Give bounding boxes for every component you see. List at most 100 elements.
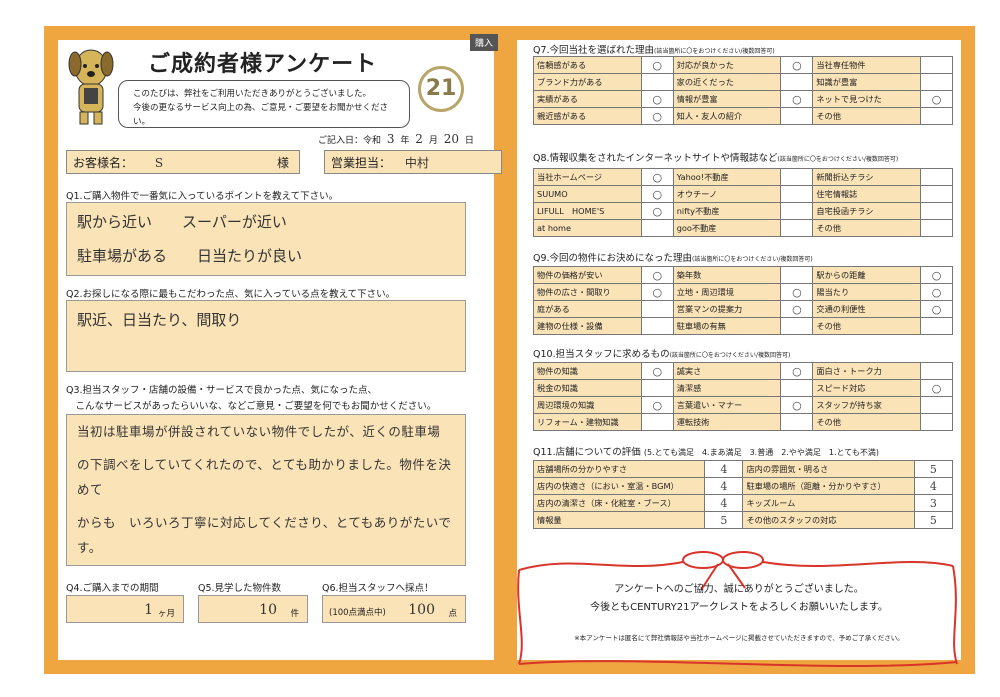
q9-option-label: 建物の仕様・設備	[533, 317, 642, 335]
q7-option-mark	[920, 73, 953, 91]
q9-option-label: 物件の価格が安い	[533, 266, 642, 284]
q10-option-mark: ○	[920, 379, 953, 397]
q8-option-label: SUUMO	[533, 185, 642, 203]
page-title: ご成約者様アンケート	[148, 52, 378, 77]
q11-option-mark: 5	[913, 460, 954, 478]
q8-option-label: その他	[812, 219, 922, 237]
q6-label: Q6.担当スタッフへ採点！	[322, 583, 434, 594]
q8-option-mark	[780, 219, 814, 237]
q8-option-mark	[920, 219, 953, 237]
q7-option-mark: ○	[640, 107, 674, 125]
q8-option-mark	[640, 219, 674, 237]
q4-box: 1 ヶ月	[66, 595, 184, 623]
q7-option-mark	[920, 56, 953, 74]
q10-option-mark	[780, 379, 814, 397]
q9-option-label: 駅からの距離	[812, 266, 922, 284]
intro-line: このたびは、弊社をご利用いただきありがとうございました。	[133, 89, 372, 99]
q9-row: 建物の仕様・設備 駐車場の有無 その他	[533, 317, 953, 335]
q3-answer-line: の下調べをしていてくれたので、とても助かりました。物件を決めて	[77, 457, 452, 497]
q7-title: Q7.今回当社を選ばれた理由(該当箇所に〇をおつけください/複数回答可)	[533, 45, 775, 56]
q7-row: 実績がある ○ 情報が豊富 ○ ネットで見つけた ○	[533, 90, 953, 108]
q8-option-mark: ○	[640, 202, 674, 220]
q8-option-label: オウチーノ	[672, 185, 782, 203]
q8-option-mark	[920, 168, 953, 186]
q7-option-mark	[640, 73, 674, 91]
q9-option-mark	[780, 266, 814, 284]
q9-option-label: その他	[812, 317, 922, 335]
q10-row: 物件の知識 ○ 誠実さ ○ 面白さ・トーク力	[533, 362, 953, 380]
q9-option-mark	[640, 300, 674, 318]
q5-box: 10 件	[198, 595, 308, 623]
q7-option-mark: ○	[640, 56, 674, 74]
q11-option-label: 情報量	[532, 511, 706, 529]
q9-row: 庭がある 営業マンの提案力 ○ 交通の利便性 ○	[533, 300, 953, 318]
q3-label: Q3.担当スタッフ・店舗の設備・サービスで良かった点、気になった点、	[66, 385, 378, 396]
intro-bubble: このたびは、弊社をご利用いただきありがとうございました。 今後の更なるサービス向…	[118, 80, 410, 128]
footer-note: ※本アンケートは匿名にて弊社情報誌や当社ホームページに掲載させていただきますので…	[574, 634, 904, 642]
q6-box: (100点満点中) 100 点	[322, 595, 466, 623]
q8-option-mark	[920, 202, 953, 220]
date-day-unit: 日	[464, 136, 474, 146]
q10-option-mark	[640, 413, 674, 431]
q9-option-mark	[920, 317, 953, 335]
q10-option-mark: ○	[780, 362, 814, 380]
q8-option-mark: ○	[640, 168, 674, 186]
q8-option-label: 自宅投函チラシ	[812, 202, 922, 220]
q11-table: 店舗場所の分かりやすさ 4 店内の雰囲気・明るさ 5 店内の快適さ（におい・室温・BGM…	[532, 460, 954, 529]
q8-option-label: at home	[533, 219, 642, 237]
q10-option-label: 清潔感	[672, 379, 782, 397]
q10-option-mark	[640, 379, 674, 397]
q10-option-label: 誠実さ	[672, 362, 782, 380]
q9-option-mark: ○	[920, 266, 953, 284]
q9-option-mark: ○	[920, 300, 953, 318]
q10-row: 周辺環境の知識 ○ 言葉遣い・マナー ○ スタッフが持ち家	[533, 396, 953, 414]
q8-row: 当社ホームページ ○ Yahoo!不動産 新聞折込チラシ	[533, 168, 953, 186]
q11-option-mark: 3	[913, 494, 954, 512]
q9-option-mark: ○	[780, 300, 814, 318]
q7-row: ブランド力がある 家の近くだった 知識が豊富	[533, 73, 953, 91]
q10-option-mark	[780, 413, 814, 431]
q10-table: 物件の知識 ○ 誠実さ ○ 面白さ・トーク力 税金の知識 清潔感 スピード対応 ○ 周辺環境の知識…	[533, 362, 953, 431]
q4-unit: ヶ月	[157, 609, 175, 619]
date-label: ご記入日：令和	[318, 136, 382, 146]
date-month: 2	[415, 132, 423, 146]
q6-prefix: (100点満点中)	[329, 608, 386, 618]
q11-option-label: その他のスタッフの対応	[742, 511, 915, 529]
intro-line: 今後の更なるサービス向上の為、ご意見・ご要望をお聞かせください。	[133, 103, 389, 127]
q11-row: 店内の快適さ（におい・室温・BGM） 4 駐車場の場所（距離・分かりやすさ） 4	[532, 477, 954, 495]
thanks-line-1: アンケートへのご協力、誠にありがとうございました。	[614, 584, 864, 595]
customer-name-label: お客様名：	[73, 156, 134, 170]
q10-option-label: 面白さ・トーク力	[812, 362, 922, 380]
q11-row: 情報量 5 その他のスタッフの対応 5	[532, 511, 954, 529]
q8-option-label: 当社ホームページ	[533, 168, 642, 186]
q9-table: 物件の価格が安い ○ 築年数 駅からの距離 ○ 物件の広さ・間取り ○ 立地・周辺環境 ○ 陽当た…	[533, 266, 953, 335]
q1-answer-box: 駅から近い スーパーが近い 駐車場がある 日当たりが良い	[66, 202, 466, 276]
q9-option-label: 陽当たり	[812, 283, 922, 301]
q7-option-label: 家の近くだった	[672, 73, 782, 91]
q11-option-label: 店舗場所の分かりやすさ	[532, 460, 706, 478]
q7-option-label: 知識が豊富	[812, 73, 922, 91]
q2-label: Q2.お探しになる際に最もこだわった点、気に入っている点を教えて下さい。	[66, 289, 396, 300]
q9-option-mark: ○	[920, 283, 953, 301]
q11-option-mark: 4	[704, 494, 744, 512]
q8-row: LIFULL HOME'S ○ nifty不動産 自宅投函チラシ	[533, 202, 953, 220]
q10-option-label: 物件の知識	[533, 362, 642, 380]
q4-label: Q4.ご購入までの期間	[66, 583, 159, 594]
q7-option-label: 実績がある	[533, 90, 642, 108]
q9-option-mark: ○	[640, 266, 674, 284]
q11-option-mark: 5	[913, 511, 954, 529]
q9-row: 物件の価格が安い ○ 築年数 駅からの距離 ○	[533, 266, 953, 284]
q8-row: SUUMO ○ オウチーノ 住宅情報誌	[533, 185, 953, 203]
q7-option-label: ネットで見つけた	[812, 90, 922, 108]
q11-title: Q11.店舗についての評価 (5.とても満足 4.まあ満足 3.普通 2.やや満…	[533, 447, 879, 458]
q11-option-label: 店内の清潔さ（床・化粧室・ブース）	[532, 494, 706, 512]
q8-option-label: LIFULL HOME'S	[533, 202, 642, 220]
q7-option-label: 対応が良かった	[672, 56, 782, 74]
q9-option-mark	[780, 317, 814, 335]
staff-label: 営業担当：	[331, 156, 392, 170]
q2-answer: 駅近、日当たり、間取り	[77, 311, 242, 329]
q5-label: Q5.見学した物件数	[198, 583, 282, 594]
q11-option-label: 駐車場の場所（距離・分かりやすさ）	[742, 477, 915, 495]
q11-option-mark: 4	[913, 477, 954, 495]
q10-option-label: スピード対応	[812, 379, 922, 397]
